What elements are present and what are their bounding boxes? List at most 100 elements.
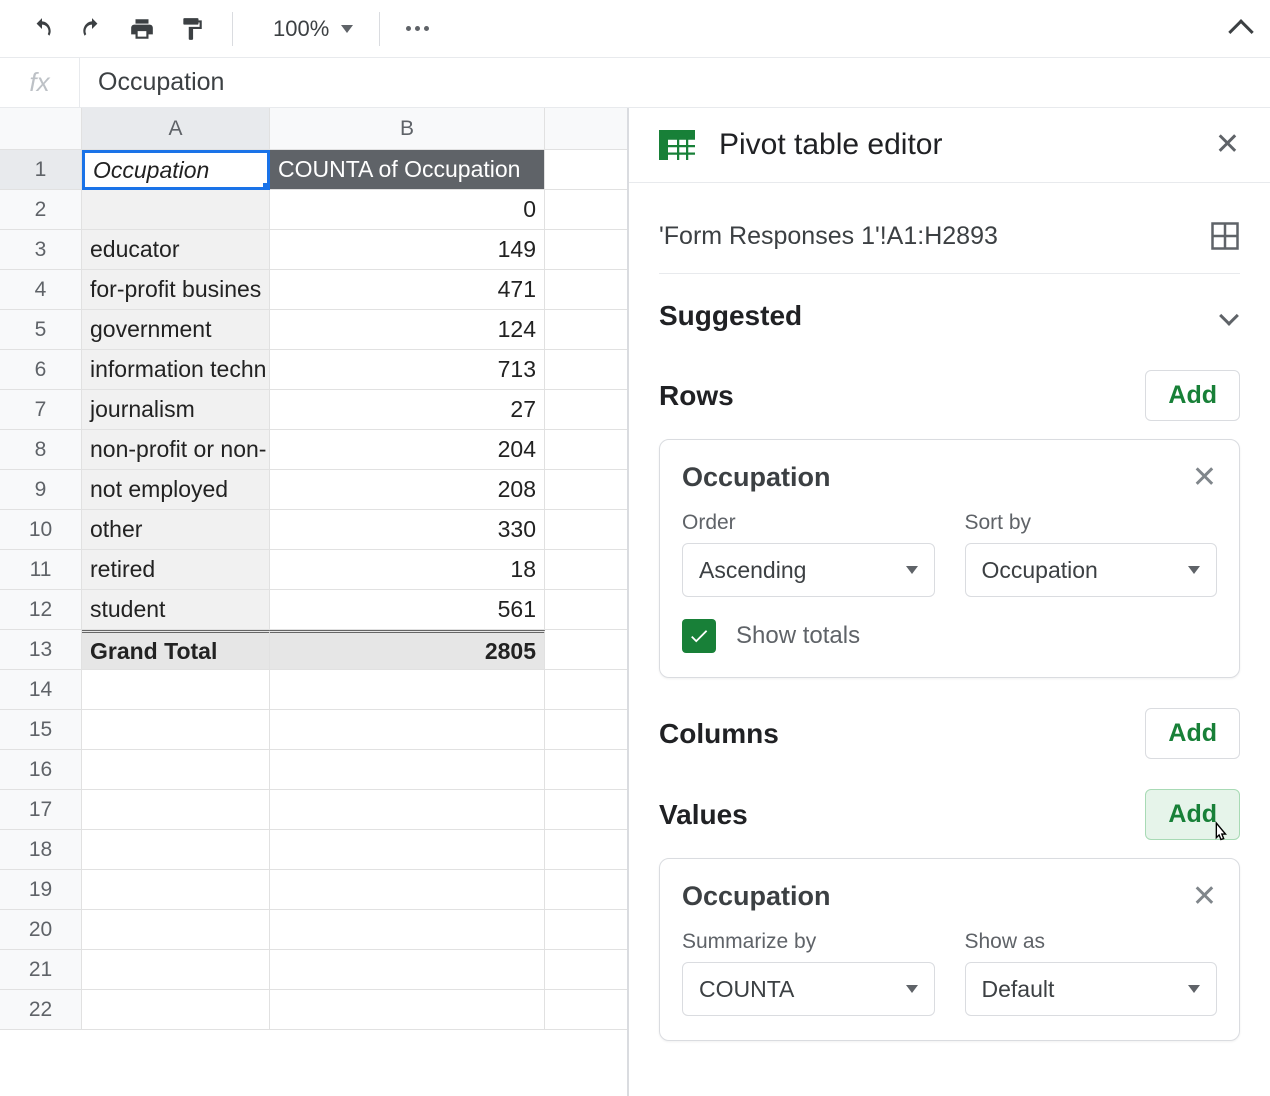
cell[interactable] [545, 390, 628, 430]
zoom-dropdown[interactable]: 100% [265, 16, 361, 42]
row-header[interactable]: 8 [0, 430, 82, 470]
cell[interactable] [545, 710, 628, 750]
row-header[interactable]: 19 [0, 870, 82, 910]
row-header[interactable]: 21 [0, 950, 82, 990]
cell[interactable] [270, 990, 545, 1030]
cell[interactable] [82, 910, 270, 950]
cell[interactable] [545, 510, 628, 550]
values-add-button[interactable]: Add [1145, 789, 1240, 840]
row-header[interactable]: 20 [0, 910, 82, 950]
cell[interactable] [82, 990, 270, 1030]
row-header[interactable]: 12 [0, 590, 82, 630]
cell[interactable]: journalism [82, 390, 270, 430]
cell[interactable] [82, 950, 270, 990]
cell[interactable]: information techn [82, 350, 270, 390]
cell[interactable] [545, 350, 628, 390]
row-header[interactable]: 2 [0, 190, 82, 230]
cell[interactable] [270, 910, 545, 950]
cell[interactable] [545, 870, 628, 910]
cell[interactable] [545, 990, 628, 1030]
collapse-toolbar-button[interactable] [1232, 20, 1250, 38]
row-header[interactable]: 22 [0, 990, 82, 1030]
cell[interactable] [545, 190, 628, 230]
cell[interactable] [82, 830, 270, 870]
cell[interactable]: 124 [270, 310, 545, 350]
cell[interactable] [545, 830, 628, 870]
cell[interactable]: 330 [270, 510, 545, 550]
row-header[interactable]: 5 [0, 310, 82, 350]
column-header-a[interactable]: A [82, 108, 270, 150]
cell[interactable]: educator [82, 230, 270, 270]
row-header[interactable]: 1 [0, 150, 82, 190]
cell[interactable]: 0 [270, 190, 545, 230]
row-header[interactable]: 18 [0, 830, 82, 870]
select-all-corner[interactable] [0, 108, 82, 150]
sortby-dropdown[interactable]: Occupation [965, 543, 1218, 597]
cell[interactable] [545, 430, 628, 470]
showas-dropdown[interactable]: Default [965, 962, 1218, 1016]
cell[interactable]: 27 [270, 390, 545, 430]
cell[interactable] [545, 470, 628, 510]
cell-grand-total-label[interactable]: Grand Total [82, 630, 270, 670]
redo-button[interactable] [70, 9, 114, 49]
cell[interactable] [545, 910, 628, 950]
row-header[interactable]: 4 [0, 270, 82, 310]
rows-add-button[interactable]: Add [1145, 370, 1240, 421]
cell[interactable] [82, 870, 270, 910]
row-header[interactable]: 14 [0, 670, 82, 710]
cell[interactable] [270, 710, 545, 750]
cell[interactable]: 149 [270, 230, 545, 270]
cell[interactable] [270, 750, 545, 790]
print-button[interactable] [120, 9, 164, 49]
remove-rows-occupation-button[interactable]: ✕ [1192, 463, 1217, 493]
column-header-c[interactable] [545, 108, 628, 150]
cell[interactable] [82, 670, 270, 710]
cell[interactable] [545, 950, 628, 990]
cell[interactable] [82, 790, 270, 830]
cell[interactable] [270, 870, 545, 910]
undo-button[interactable] [20, 9, 64, 49]
column-header-b[interactable]: B [270, 108, 545, 150]
cell[interactable] [270, 670, 545, 710]
cell[interactable] [545, 550, 628, 590]
cell[interactable]: 208 [270, 470, 545, 510]
remove-values-occupation-button[interactable]: ✕ [1192, 882, 1217, 912]
show-totals-checkbox[interactable] [682, 619, 716, 653]
cell[interactable] [545, 150, 628, 190]
cell[interactable] [82, 190, 270, 230]
columns-add-button[interactable]: Add [1145, 708, 1240, 759]
row-header[interactable]: 16 [0, 750, 82, 790]
cell-b1[interactable]: COUNTA of Occupation [270, 150, 545, 190]
summarize-dropdown[interactable]: COUNTA [682, 962, 935, 1016]
row-header[interactable]: 17 [0, 790, 82, 830]
select-range-icon[interactable] [1210, 221, 1240, 251]
order-dropdown[interactable]: Ascending [682, 543, 935, 597]
row-header[interactable]: 11 [0, 550, 82, 590]
cell[interactable] [545, 790, 628, 830]
row-header[interactable]: 7 [0, 390, 82, 430]
cell[interactable]: non-profit or non- [82, 430, 270, 470]
row-header[interactable]: 3 [0, 230, 82, 270]
row-header[interactable]: 6 [0, 350, 82, 390]
cell[interactable] [270, 790, 545, 830]
cell[interactable]: 561 [270, 590, 545, 630]
suggested-toggle[interactable]: Suggested [659, 300, 1240, 340]
cell[interactable] [545, 670, 628, 710]
paint-format-button[interactable] [170, 9, 214, 49]
cell-grand-total-value[interactable]: 2805 [270, 630, 545, 670]
cell[interactable]: government [82, 310, 270, 350]
source-range-input[interactable]: 'Form Responses 1'!A1:H2893 [659, 222, 1196, 251]
cell[interactable]: retired [82, 550, 270, 590]
row-header[interactable]: 10 [0, 510, 82, 550]
cell[interactable]: 204 [270, 430, 545, 470]
cell[interactable] [82, 750, 270, 790]
cell[interactable]: for-profit busines [82, 270, 270, 310]
row-header[interactable]: 9 [0, 470, 82, 510]
spreadsheet[interactable]: AB1OccupationCOUNTA of Occupation203educ… [0, 108, 628, 1096]
cell[interactable] [270, 950, 545, 990]
cell[interactable] [82, 710, 270, 750]
cell[interactable]: other [82, 510, 270, 550]
cell[interactable]: 713 [270, 350, 545, 390]
cell[interactable] [545, 630, 628, 670]
cell[interactable] [270, 830, 545, 870]
